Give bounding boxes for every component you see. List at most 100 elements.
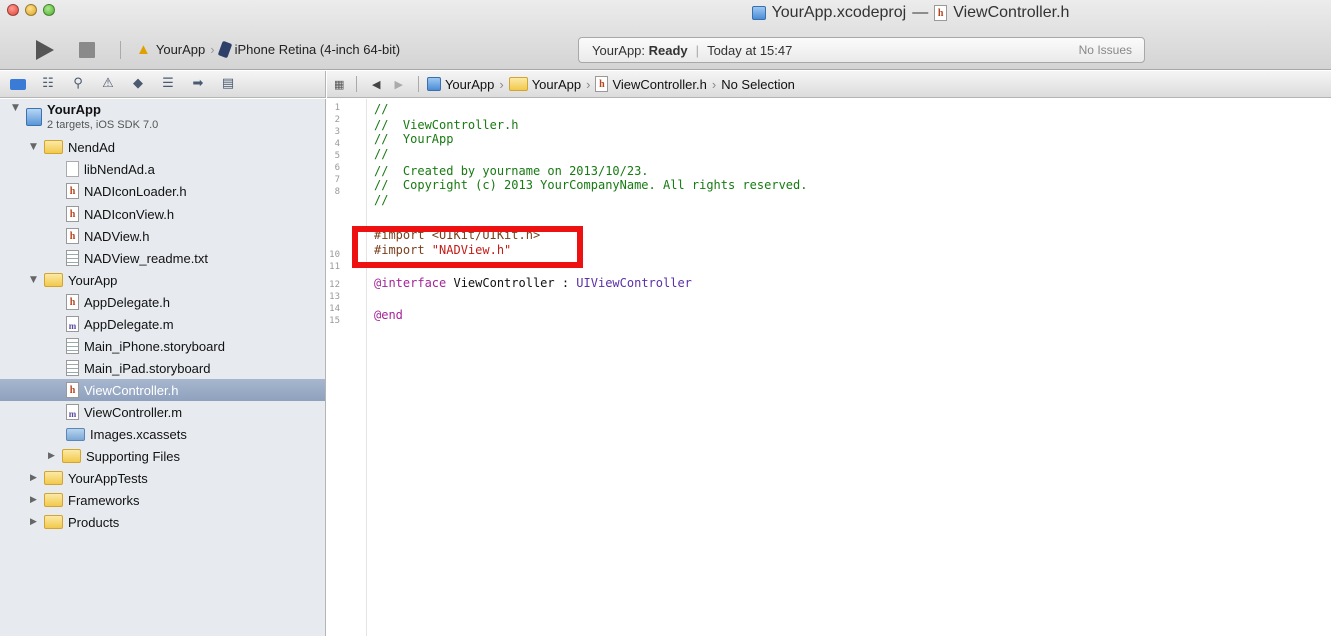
header-file-icon: h <box>66 382 79 398</box>
header-file-icon: h <box>66 206 79 222</box>
code-token-name: ViewController : <box>446 276 577 290</box>
run-button[interactable] <box>36 40 54 60</box>
issue-navigator-icon[interactable]: ⚠ <box>100 77 116 91</box>
source-editor[interactable]: // // ViewController.h // YourApp // // … <box>374 99 1324 636</box>
code-token-class: UIViewController <box>576 276 692 290</box>
window-title-file: ViewController.h <box>953 4 1070 21</box>
chevron-right-icon: › <box>711 76 717 92</box>
folder-icon <box>508 77 528 91</box>
code-line: // Created by yourname on 2013/10/23. <box>374 164 649 178</box>
window-title-separator: — <box>912 4 929 21</box>
disclosure-closed-icon[interactable]: ▶ <box>48 451 58 461</box>
tree-file-libnendad[interactable]: libNendAd.a <box>0 158 325 180</box>
folder-icon <box>44 471 63 485</box>
disclosure-closed-icon[interactable]: ▶ <box>30 495 40 505</box>
tree-group-products[interactable]: ▶ Products <box>0 511 325 533</box>
scheme-selector[interactable]: ▲ YourApp › iPhone Retina (4-inch 64-bit… <box>136 40 400 59</box>
log-navigator-icon[interactable]: ▤ <box>220 77 236 91</box>
project-icon <box>26 108 42 126</box>
activity-status: YourApp: Ready <box>579 43 688 58</box>
jump-bar-divider <box>417 76 419 92</box>
project-navigator: ▼ YourApp 2 targets, iOS SDK 7.0 ▼ NendA… <box>0 99 326 636</box>
line-number-gutter: 1 2 3 4 5 6 7 8 10 11 12 13 14 15 <box>327 99 367 636</box>
jump-crumb-label: No Selection <box>721 76 795 92</box>
tree-file-nadview-h[interactable]: h NADView.h <box>0 225 325 247</box>
storyboard-file-icon <box>66 338 79 354</box>
code-line: @end <box>374 308 403 322</box>
disclosure-open-icon[interactable]: ▼ <box>12 103 22 113</box>
implementation-file-icon: m <box>66 404 79 420</box>
jump-bar: ▦ ◀ ▶ YourApp › YourApp › h ViewControll… <box>327 71 1331 98</box>
project-root[interactable]: ▼ YourApp 2 targets, iOS SDK 7.0 <box>0 102 325 134</box>
tree-item-label: libNendAd.a <box>84 161 155 177</box>
line-number: 5 <box>334 151 340 161</box>
tree-file-viewcontroller-m[interactable]: m ViewController.m <box>0 401 325 423</box>
activity-state: Ready <box>648 42 688 58</box>
line-number: 8 <box>334 187 340 197</box>
jump-crumb-group[interactable]: YourApp <box>508 77 581 92</box>
tree-item-label: NADView.h <box>84 228 150 244</box>
tree-file-nadiconloader-h[interactable]: h NADIconLoader.h <box>0 180 325 202</box>
jump-crumb-file[interactable]: h ViewController.h <box>595 76 707 92</box>
asset-catalog-icon <box>66 427 85 441</box>
header-file-icon: h <box>934 5 948 21</box>
tree-file-appdelegate-m[interactable]: m AppDelegate.m <box>0 313 325 335</box>
code-line: // <box>374 193 389 207</box>
code-line: // <box>374 102 389 116</box>
activity-project: YourApp: <box>592 42 646 58</box>
tree-group-yourapptests[interactable]: ▶ YourAppTests <box>0 467 325 489</box>
code-line: // <box>374 147 389 161</box>
project-navigator-icon[interactable] <box>10 78 26 90</box>
test-navigator-icon[interactable]: ◆ <box>130 77 146 91</box>
tree-file-nadview-readme[interactable]: NADView_readme.txt <box>0 247 325 269</box>
find-navigator-icon[interactable]: ⚲ <box>70 77 86 91</box>
issues-indicator[interactable]: No Issues <box>1079 43 1144 57</box>
tree-group-yourapp[interactable]: ▼ YourApp <box>0 269 325 291</box>
jump-crumb-label: ViewController.h <box>612 76 707 92</box>
implementation-file-icon: m <box>66 316 79 332</box>
header-file-icon: h <box>66 183 79 199</box>
tree-group-nendad[interactable]: ▼ NendAd <box>0 136 325 158</box>
tree-file-main-ipad-storyboard[interactable]: Main_iPad.storyboard <box>0 357 325 379</box>
tree-file-nadiconview-h[interactable]: h NADIconView.h <box>0 203 325 225</box>
tree-item-label: Supporting Files <box>86 448 180 464</box>
activity-time: Today at 15:47 <box>707 42 793 58</box>
scheme-name[interactable]: YourApp <box>156 42 205 57</box>
tree-file-images-xcassets[interactable]: Images.xcassets <box>0 423 325 445</box>
jump-crumb-project[interactable]: YourApp <box>426 76 495 92</box>
symbol-navigator-icon[interactable]: ☷ <box>40 77 56 91</box>
disclosure-closed-icon[interactable]: ▶ <box>30 473 40 483</box>
code-line: @interface ViewController : UIViewContro… <box>374 277 692 289</box>
destination-name[interactable]: iPhone Retina (4-inch 64-bit) <box>235 42 400 57</box>
tree-group-frameworks[interactable]: ▶ Frameworks <box>0 489 325 511</box>
line-number: 11 <box>329 262 340 272</box>
storyboard-file-icon <box>66 360 79 376</box>
debug-navigator-icon[interactable]: ☰ <box>160 77 176 91</box>
header-file-icon: h <box>595 76 609 92</box>
go-back-icon[interactable]: ◀ <box>372 78 380 91</box>
jump-crumb-selection[interactable]: No Selection <box>721 77 795 92</box>
folder-icon <box>44 493 63 507</box>
related-items-icon[interactable]: ▦ <box>334 78 348 91</box>
tree-group-supporting-files[interactable]: ▶ Supporting Files <box>0 445 325 467</box>
code-line: // Copyright (c) 2013 YourCompanyName. A… <box>374 178 808 192</box>
tree-item-label: Main_iPad.storyboard <box>84 360 211 376</box>
breakpoint-navigator-icon[interactable]: ➡ <box>190 77 206 91</box>
tree-file-main-iphone-storyboard[interactable]: Main_iPhone.storyboard <box>0 335 325 357</box>
jump-crumb-label: YourApp <box>444 76 495 92</box>
disclosure-open-icon[interactable]: ▼ <box>30 142 40 152</box>
disclosure-closed-icon[interactable]: ▶ <box>30 517 40 527</box>
text-file-icon <box>66 250 79 266</box>
tree-item-label: Products <box>68 514 120 530</box>
line-number: 6 <box>334 163 340 173</box>
go-forward-icon[interactable]: ▶ <box>394 78 402 91</box>
tree-item-label: Main_iPhone.storyboard <box>84 338 225 354</box>
iphone-icon <box>217 40 232 59</box>
disclosure-open-icon[interactable]: ▼ <box>30 275 40 285</box>
tree-file-viewcontroller-h[interactable]: h ViewController.h <box>0 379 325 401</box>
stop-button[interactable] <box>79 42 95 58</box>
scheme-target-icon: ▲ <box>136 41 151 58</box>
folder-icon <box>44 515 63 529</box>
activity-divider: | <box>695 42 700 58</box>
tree-file-appdelegate-h[interactable]: h AppDelegate.h <box>0 291 325 313</box>
